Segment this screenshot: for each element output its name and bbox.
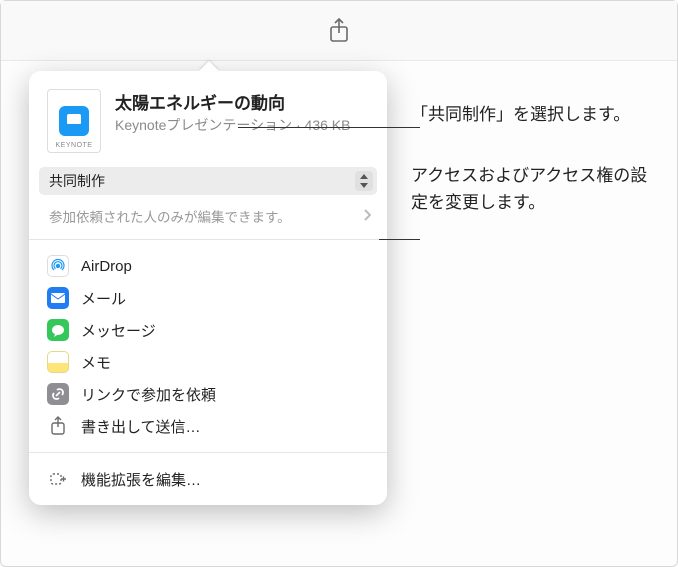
- share-popover: KEYNOTE 太陽エネルギーの動向 Keynoteプレゼンテーション · 43…: [29, 71, 387, 505]
- share-mail[interactable]: メール: [29, 282, 387, 314]
- document-title: 太陽エネルギーの動向: [115, 89, 369, 114]
- share-messages-label: メッセージ: [81, 320, 156, 341]
- share-notes[interactable]: メモ: [29, 346, 387, 378]
- share-messages[interactable]: メッセージ: [29, 314, 387, 346]
- callout-line: [238, 127, 420, 128]
- extensions-icon: [47, 468, 69, 490]
- export-icon: [47, 415, 69, 437]
- document-size: 436 KB: [305, 117, 351, 133]
- callout-line: [379, 239, 420, 240]
- edit-extensions-label: 機能拡張を編集…: [81, 469, 201, 490]
- toolbar: [1, 1, 677, 61]
- collaboration-mode-select[interactable]: 共同制作: [39, 167, 377, 195]
- callout-collaborate: 「共同制作」を選択します。: [411, 101, 661, 128]
- callout-permissions: アクセスおよびアクセス権の設定を変更します。: [411, 162, 661, 216]
- share-destinations: AirDrop メール メッセージ メモ リンクで参加を依頼: [29, 248, 387, 444]
- divider: [29, 452, 387, 453]
- share-airdrop[interactable]: AirDrop: [29, 250, 387, 282]
- mail-icon: [47, 287, 69, 309]
- document-meta: Keynoteプレゼンテーション · 436 KB: [115, 116, 369, 134]
- notes-icon: [47, 351, 69, 373]
- mode-label: 共同制作: [49, 171, 105, 191]
- share-export-send[interactable]: 書き出して送信…: [29, 410, 387, 442]
- permission-settings-row[interactable]: 参加依頼された人のみが編集できます。: [39, 201, 377, 231]
- thumb-kind-label: KEYNOTE: [56, 142, 93, 149]
- callouts: 「共同制作」を選択します。 アクセスおよびアクセス権の設定を変更します。: [411, 101, 661, 217]
- share-airdrop-label: AirDrop: [81, 258, 132, 275]
- link-icon: [47, 383, 69, 405]
- share-icon[interactable]: [328, 18, 350, 44]
- document-type: Keynoteプレゼンテーション: [115, 117, 292, 133]
- edit-extensions[interactable]: 機能拡張を編集…: [29, 463, 387, 495]
- chevron-right-icon: [363, 209, 371, 224]
- updown-chevron-icon: [355, 171, 373, 191]
- share-export-send-label: 書き出して送信…: [81, 416, 201, 437]
- share-mail-label: メール: [81, 288, 126, 309]
- document-header: KEYNOTE 太陽エネルギーの動向 Keynoteプレゼンテーション · 43…: [29, 85, 387, 163]
- share-notes-label: メモ: [81, 352, 111, 373]
- airdrop-icon: [47, 255, 69, 277]
- permission-text: 参加依頼された人のみが編集できます。: [49, 206, 291, 226]
- document-thumbnail: KEYNOTE: [47, 89, 101, 153]
- share-invite-link[interactable]: リンクで参加を依頼: [29, 378, 387, 410]
- divider: [29, 239, 387, 240]
- share-invite-link-label: リンクで参加を依頼: [81, 384, 216, 405]
- messages-icon: [47, 319, 69, 341]
